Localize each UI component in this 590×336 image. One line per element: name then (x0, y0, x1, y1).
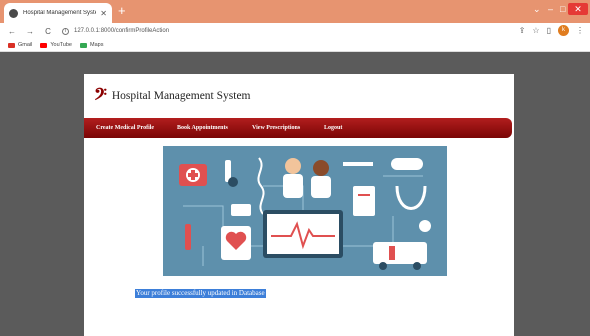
site-logo-icon: 𝄢 (94, 84, 107, 108)
menu-book-appointments[interactable]: Book Appointments (177, 125, 228, 131)
reload-icon[interactable]: C (42, 27, 54, 36)
maximize-icon[interactable]: □ (560, 4, 565, 14)
maps-icon (80, 42, 87, 48)
profile-avatar[interactable]: k (558, 25, 569, 36)
bookmark-label: Maps (90, 42, 104, 48)
browser-tab-strip: Hospital Management System ✕ + ⌄ – □ ✕ (0, 0, 590, 23)
menu-icon[interactable]: ⋮ (576, 26, 584, 35)
site-info-icon[interactable]: i (62, 27, 69, 35)
hero-illustration (163, 146, 447, 276)
site-header: 𝄢 Hospital Management System (94, 86, 251, 106)
menu-view-prescriptions[interactable]: View Prescriptions (252, 125, 300, 131)
address-bar[interactable]: i 127.0.0.1:8000/confirmProfileAction (62, 27, 170, 35)
page-card: 𝄢 Hospital Management System Create Medi… (84, 74, 514, 336)
favicon-icon (9, 8, 18, 18)
bookmarks-bar: Gmail YouTube Maps (0, 39, 590, 52)
main-menu: Create Medical Profile Book Appointments… (84, 118, 512, 138)
medical-illustration-icon (163, 146, 447, 276)
site-title: Hospital Management System (111, 90, 251, 102)
tab-title: Hospital Management System (23, 10, 97, 16)
address-text: 127.0.0.1:8000/confirmProfileAction (74, 28, 170, 34)
gmail-icon (8, 42, 15, 48)
window-close-icon[interactable]: ✕ (568, 3, 588, 15)
minimize-icon[interactable]: – (548, 4, 553, 14)
new-tab-icon[interactable]: + (118, 4, 126, 18)
bookmark-star-icon[interactable]: ☆ (532, 26, 539, 35)
menu-logout[interactable]: Logout (324, 125, 342, 131)
bookmark-gmail[interactable]: Gmail (8, 42, 32, 48)
browser-toolbar: ← → C i 127.0.0.1:8000/confirmProfileAct… (0, 23, 590, 39)
tab-search-icon[interactable]: ⌄ (533, 4, 541, 15)
status-message: Your profile successfully updated in Dat… (135, 289, 266, 298)
bookmark-label: Gmail (18, 42, 33, 48)
menu-create-medical-profile[interactable]: Create Medical Profile (96, 125, 154, 131)
bookmark-label: YouTube (50, 42, 72, 48)
back-icon[interactable]: ← (6, 27, 18, 36)
sidepanel-icon[interactable]: ▯ (547, 26, 551, 35)
toolbar-actions: ⇪ ☆ ▯ k ⋮ (519, 25, 584, 36)
bookmark-youtube[interactable]: YouTube (40, 42, 72, 48)
bookmark-maps[interactable]: Maps (80, 42, 103, 48)
browser-tab[interactable]: Hospital Management System ✕ (4, 3, 112, 23)
youtube-icon (40, 42, 48, 48)
share-icon[interactable]: ⇪ (519, 26, 526, 35)
forward-icon[interactable]: → (24, 27, 36, 36)
close-tab-icon[interactable]: ✕ (100, 9, 107, 18)
